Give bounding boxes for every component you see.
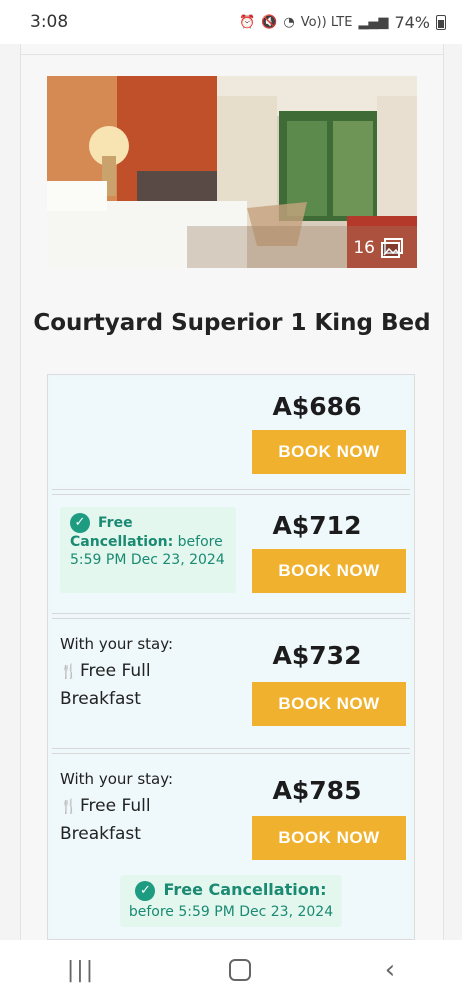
alarm-icon: ⏰ [238, 14, 256, 30]
lte-label: Vo)) LTE [300, 14, 353, 30]
with-stay-label: With your stay: [60, 635, 174, 653]
cancel-title: Free Cancellation: [163, 880, 327, 899]
book-now-button[interactable]: BOOK NOW [252, 816, 406, 860]
rate-price: A$785 [272, 776, 362, 805]
rate-option: A$686 BOOK NOW [52, 378, 410, 486]
cancel-title-row: ✓ Free Cancellation: [120, 879, 342, 901]
cancel-detail: before 5:59 PM Dec 23, 2024 [128, 904, 334, 920]
rate-option: A$712 BOOK NOW ✓ Free Cancellation: befor… [52, 495, 410, 609]
room-title: Courtyard Superior 1 King Bed [33, 310, 431, 336]
rate-price: A$686 [272, 392, 362, 421]
rate-option: A$732 BOOK NOW With your stay: 🍴 Free Ful… [52, 619, 410, 747]
status-bar: 3:08 ⏰ 🔇 ◔ Vo)) LTE ▂▄▆ 74% [0, 0, 462, 44]
clock: 3:08 [30, 12, 69, 32]
battery-percent: 74% [394, 12, 430, 32]
rates-panel: A$686 BOOK NOW A$712 BOOK NOW ✓ Free Canc… [47, 374, 415, 940]
gallery-icon [381, 238, 403, 258]
room-photo[interactable]: 16 [47, 76, 417, 268]
back-icon[interactable]: ‹ [385, 955, 395, 985]
rate-price: A$712 [272, 511, 362, 540]
stay-perks: With your stay: 🍴 Free Full Breakfast [60, 766, 210, 848]
battery-icon [436, 14, 446, 30]
divider [52, 748, 410, 749]
check-circle-icon: ✓ [135, 880, 156, 901]
signal-icon: ▂▄▆ [358, 14, 389, 30]
with-stay-label: With your stay: [60, 770, 174, 788]
photo-count[interactable]: 16 [353, 238, 403, 258]
fork-knife-icon: 🍴 [60, 664, 78, 680]
amenity-breakfast: 🍴 Free Full Breakfast [60, 793, 210, 848]
status-icons: ⏰ 🔇 ◔ Vo)) LTE ▂▄▆ 74% [239, 13, 446, 32]
book-now-button[interactable]: BOOK NOW [252, 549, 406, 593]
recent-apps-icon[interactable]: ||| [67, 958, 95, 983]
amenity-breakfast: 🍴 Free Full Breakfast [60, 658, 210, 713]
fork-knife-icon: 🍴 [60, 799, 78, 815]
cancel-label: Cancellation: [70, 534, 174, 550]
room-detail-page: 16 Courtyard Superior 1 King Bed A$686 B… [20, 44, 444, 940]
free-cancellation-badge: ✓ Free Cancellation: before 5:59 PM Dec 2… [60, 507, 236, 593]
divider [21, 54, 443, 55]
book-now-button[interactable]: BOOK NOW [252, 430, 406, 474]
divider [52, 613, 410, 614]
wifi-icon: ◔ [283, 14, 295, 30]
check-circle-icon: ✓ [70, 513, 90, 533]
cancel-title: Free [98, 515, 133, 531]
book-now-button[interactable]: BOOK NOW [252, 682, 406, 726]
divider [52, 489, 410, 490]
stay-perks: With your stay: 🍴 Free Full Breakfast [60, 631, 210, 713]
mute-icon: 🔇 [261, 14, 278, 30]
rate-price: A$732 [272, 641, 362, 670]
photo-count-number: 16 [353, 238, 375, 258]
system-nav-bar: ||| ‹ [0, 940, 462, 1000]
home-icon[interactable] [228, 959, 251, 981]
free-cancellation-badge: ✓ Free Cancellation: before 5:59 PM Dec 2… [120, 875, 342, 927]
